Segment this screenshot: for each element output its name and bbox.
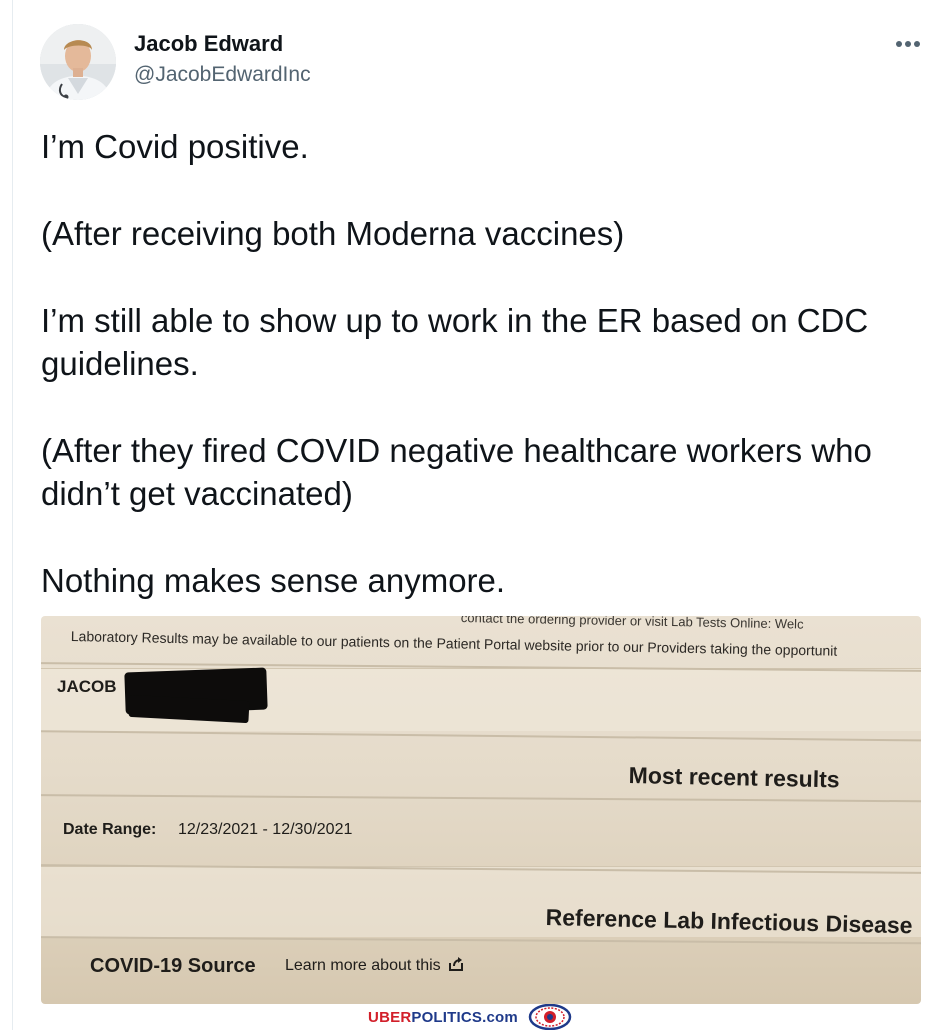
profile-photo-icon xyxy=(40,24,116,100)
tweet-paragraph: Nothing makes sense anymore. xyxy=(41,562,506,599)
lion-crest-logo xyxy=(528,1004,572,1030)
tweet-paragraph: I’m Covid positive. xyxy=(41,128,309,165)
covid-source-label: COVID-19 Source xyxy=(90,955,256,977)
tweet-paragraph: I’m still able to show up to work in the… xyxy=(41,302,869,382)
site-watermark: UBERPOLITICS.com xyxy=(0,1004,940,1030)
timeline-border xyxy=(12,0,13,1030)
author-name[interactable]: Jacob Edward xyxy=(134,31,283,57)
more-options-button[interactable] xyxy=(888,30,928,58)
avatar[interactable] xyxy=(40,24,116,100)
author-handle[interactable]: @JacobEdwardInc xyxy=(134,63,311,87)
date-range-label: Date Range: xyxy=(63,821,157,838)
tweet-photo[interactable]: contact the ordering provider or visit L… xyxy=(41,616,921,1004)
photo-divider xyxy=(41,794,921,803)
learn-more-link: Learn more about this xyxy=(285,957,464,975)
watermark-text: UBERPOLITICS.com xyxy=(368,1008,518,1026)
date-range-value: 12/23/2021 - 12/30/2021 xyxy=(178,821,353,838)
external-share-icon xyxy=(449,957,464,971)
photo-top-line: Laboratory Results may be available to o… xyxy=(70,628,838,659)
tweet-text: I’m Covid positive. (After receiving bot… xyxy=(41,125,921,602)
most-recent-heading: Most recent results xyxy=(628,762,840,793)
photo-divider xyxy=(41,936,921,945)
learn-more-text: Learn more about this xyxy=(285,957,441,974)
tweet-card: Jacob Edward @JacobEdwardInc I’m Covid p… xyxy=(0,0,940,1030)
more-horizontal-icon xyxy=(896,41,920,47)
tweet-paragraph: (After receiving both Moderna vaccines) xyxy=(41,215,625,252)
photo-divider xyxy=(41,730,921,742)
patient-name: JACOB xyxy=(57,677,117,696)
photo-top-line: contact the ordering provider or visit L… xyxy=(460,616,804,632)
tweet-paragraph: (After they fired COVID negative healthc… xyxy=(41,432,872,512)
